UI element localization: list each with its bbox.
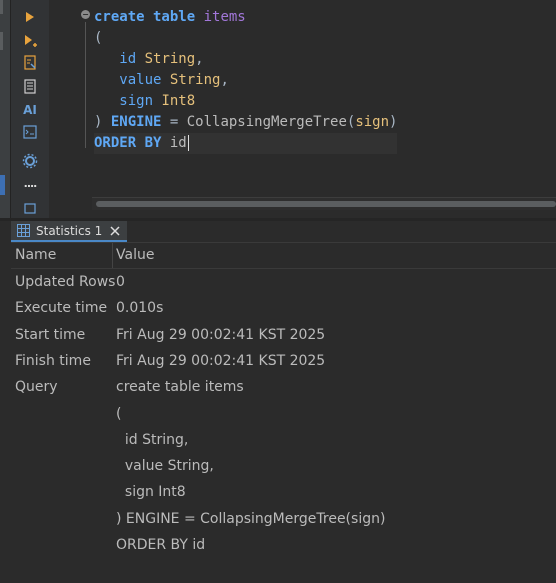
code-token: Int8 [161, 93, 196, 109]
execute-script-icon[interactable] [19, 32, 41, 50]
edge-marker [0, 0, 3, 14]
table-row[interactable]: Execute time 0.010s [11, 295, 556, 321]
cell-name[interactable]: Execute time [15, 295, 107, 321]
cell-value[interactable]: 0.010s [116, 295, 163, 321]
results-tabbar: Statistics 1 [11, 221, 556, 243]
cell-name[interactable]: Finish time [15, 348, 91, 374]
results-panel: Statistics 1 Name Value Updated Rows 0 Exe… [11, 221, 556, 583]
cell-value[interactable]: value String, [116, 453, 214, 479]
column-header-value[interactable]: Value [116, 243, 154, 268]
cell-value[interactable]: sign Int8 [116, 479, 186, 505]
cell-name[interactable]: Start time [15, 322, 85, 348]
code-line[interactable]: ) ENGINE = CollapsingMergeTree(sign) [94, 112, 397, 133]
left-edge-strip [0, 0, 11, 218]
load-script-icon[interactable] [19, 78, 41, 96]
scrollbar-thumb[interactable] [96, 201, 556, 207]
table-row[interactable]: ( [11, 401, 556, 427]
code-token: id [119, 51, 137, 67]
table-row[interactable]: Start time Fri Aug 29 00:02:41 KST 2025 [11, 322, 556, 348]
cell-value[interactable]: ) ENGINE = CollapsingMergeTree(sign) [116, 506, 385, 532]
code-token: value [119, 72, 162, 88]
cell-value[interactable]: create table items [116, 374, 244, 400]
editor-gutter [49, 0, 78, 193]
settings-icon[interactable] [19, 152, 41, 170]
code-token: ) [94, 114, 111, 130]
code-token: ) [389, 114, 398, 130]
code-token: create table [94, 9, 196, 25]
code-line[interactable]: create table items [94, 7, 397, 28]
cell-value[interactable]: id String, [116, 427, 188, 453]
code-line[interactable]: sign Int8 [94, 91, 397, 112]
sql-code[interactable]: create table items ( id String, value Str… [94, 7, 398, 154]
cell-value[interactable]: Fri Aug 29 00:02:41 KST 2025 [116, 322, 325, 348]
cell-value[interactable]: ORDER BY id [116, 532, 205, 558]
export-icon[interactable] [19, 199, 41, 217]
edge-active-marker [0, 175, 5, 195]
code-token: ORDER BY [94, 135, 162, 151]
grid-header: Name Value [11, 243, 556, 269]
code-line[interactable]: id String, [94, 49, 397, 70]
scrollbar-track[interactable] [92, 197, 556, 210]
ai-icon[interactable]: AI [19, 101, 41, 119]
code-token: items [203, 9, 246, 25]
code-token: String [144, 51, 196, 67]
editor-horizontal-scroll [78, 193, 556, 218]
results-grid: Name Value Updated Rows 0 Execute time 0.01… [11, 243, 556, 583]
cell-value[interactable]: ( [116, 401, 121, 427]
code-token: ENGINE [110, 114, 162, 130]
code-token: = [161, 114, 187, 130]
code-token: CollapsingMergeTree [186, 114, 347, 130]
tab-statistics[interactable]: Statistics 1 [11, 221, 127, 242]
cell-name[interactable]: Updated Rows [15, 269, 115, 295]
table-row[interactable]: Updated Rows 0 [11, 269, 556, 295]
console-icon[interactable] [19, 123, 41, 141]
code-token: sign [119, 93, 154, 109]
code-token: , [220, 72, 229, 88]
table-row[interactable]: ORDER BY id [11, 532, 556, 558]
text-caret [187, 135, 189, 151]
ai-icon-label: AI [23, 103, 37, 117]
code-token: , [195, 51, 204, 67]
fold-collapse-icon[interactable]: − [81, 10, 90, 19]
code-line[interactable]: ORDER BY id [94, 133, 398, 154]
table-row[interactable]: sign Int8 [11, 479, 556, 505]
editor-toolbar: AI .... [11, 0, 49, 218]
code-token: ( [94, 30, 103, 46]
more-icon-label: .... [23, 176, 38, 190]
code-line[interactable]: ( [94, 28, 397, 49]
execute-icon[interactable] [19, 8, 41, 26]
cell-value[interactable]: Fri Aug 29 00:02:41 KST 2025 [116, 348, 325, 374]
tab-label: Statistics 1 [36, 223, 103, 238]
grid-icon [17, 224, 31, 238]
table-row[interactable]: Finish time Fri Aug 29 00:02:41 KST 2025 [11, 348, 556, 374]
cell-value[interactable]: 0 [116, 269, 125, 295]
edge-marker [0, 32, 3, 50]
explain-plan-icon[interactable] [19, 54, 41, 72]
code-token: id [169, 135, 187, 151]
code-line[interactable]: value String, [94, 70, 397, 91]
code-token: sign [355, 114, 390, 130]
table-row[interactable]: ) ENGINE = CollapsingMergeTree(sign) [11, 506, 556, 532]
column-resize-handle[interactable] [112, 243, 113, 268]
code-token: String [169, 72, 221, 88]
more-icon[interactable]: .... [19, 174, 41, 192]
fold-guide [85, 22, 86, 148]
close-icon[interactable] [109, 225, 121, 237]
table-row[interactable]: id String, [11, 427, 556, 453]
table-row[interactable]: value String, [11, 453, 556, 479]
table-row[interactable]: Query create table items [11, 374, 556, 400]
cell-name[interactable]: Query [15, 374, 58, 400]
column-header-name[interactable]: Name [15, 243, 56, 268]
